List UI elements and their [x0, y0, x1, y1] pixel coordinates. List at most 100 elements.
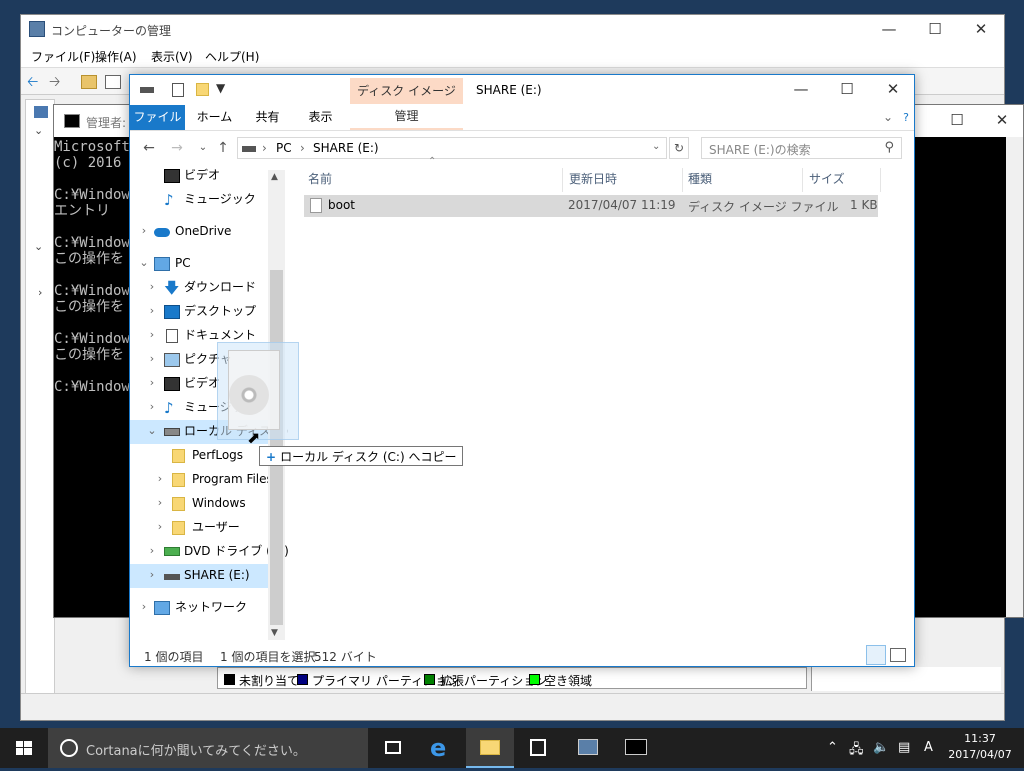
computer-management-taskbar-button[interactable]	[564, 728, 612, 768]
maximize-button[interactable]: ☐	[934, 105, 980, 137]
close-button[interactable]: ✕	[958, 15, 1004, 45]
close-button[interactable]: ✕	[870, 75, 916, 105]
chevron-down-icon[interactable]: ⌄	[146, 420, 158, 442]
chevron-right-icon[interactable]: ›	[146, 396, 158, 418]
new-folder-icon[interactable]	[196, 83, 209, 96]
tree-item-network[interactable]: › ネットワーク	[130, 596, 268, 620]
chevron-right-icon[interactable]: ›	[146, 324, 158, 346]
start-button[interactable]	[0, 728, 48, 768]
cortana-search-box[interactable]: Cortanaに何か聞いてみてください。	[48, 728, 368, 768]
details-view-icon[interactable]	[866, 645, 886, 665]
large-icons-view-icon[interactable]	[890, 648, 906, 662]
cm-titlebar[interactable]: コンピューターの管理 — ☐ ✕	[21, 15, 1004, 45]
column-separator[interactable]	[802, 168, 803, 192]
chevron-right-icon[interactable]: ›	[146, 348, 158, 370]
help-icon[interactable]: ?	[898, 105, 914, 130]
column-separator[interactable]	[562, 168, 563, 192]
tab-view[interactable]: 表示	[298, 105, 343, 130]
menu-view[interactable]: 表示(V)	[151, 48, 193, 65]
column-header-size[interactable]: サイズ	[809, 168, 845, 190]
tab-share[interactable]: 共有	[245, 105, 290, 130]
legend-label: プライマリ パーティション	[312, 674, 460, 688]
task-view-button[interactable]	[368, 728, 416, 768]
breadcrumb-drive[interactable]: SHARE (E:)	[313, 141, 379, 155]
chevron-down-icon[interactable]: ⌄	[34, 124, 43, 137]
minimize-button[interactable]: —	[778, 75, 824, 105]
tree-item-onedrive[interactable]: › OneDrive	[130, 220, 268, 244]
refresh-button[interactable]: ↻	[669, 137, 689, 159]
console-tree-icon[interactable]	[105, 75, 121, 89]
column-separator[interactable]	[880, 168, 881, 192]
tab-manage[interactable]: 管理	[350, 104, 463, 130]
chevron-right-icon[interactable]: ›	[146, 372, 158, 394]
qat-dropdown-icon[interactable]: ▼	[216, 81, 225, 95]
forward-arrow-icon[interactable]: 🡢	[49, 75, 65, 89]
address-input[interactable]: › PC › SHARE (E:) ⌄	[237, 137, 667, 159]
ime-indicator[interactable]: A	[924, 740, 933, 755]
chevron-right-icon[interactable]: ›	[146, 540, 158, 562]
ribbon-expand-icon[interactable]: ⌄	[878, 105, 898, 130]
action-center-icon[interactable]: ▤	[898, 740, 910, 755]
chevron-right-icon[interactable]: ›	[138, 220, 150, 242]
tab-home[interactable]: ホーム	[192, 105, 237, 130]
scroll-up-icon[interactable]: ▲	[271, 172, 278, 182]
tree-item-pc[interactable]: ⌄ PC	[130, 252, 268, 276]
chevron-right-icon[interactable]: ›	[146, 300, 158, 322]
console-taskbar-button[interactable]	[612, 728, 660, 768]
search-input[interactable]: SHARE (E:)の検索 ⚲	[701, 137, 902, 159]
column-separator[interactable]	[682, 168, 683, 192]
chevron-right-icon[interactable]: ›	[154, 516, 166, 538]
cm-tree-pane[interactable]: ⌄ ⌄ ›	[25, 99, 55, 699]
menu-help[interactable]: ヘルプ(H)	[205, 48, 259, 65]
tab-file[interactable]: ファイル	[130, 105, 185, 130]
console-scrollbar[interactable]	[1006, 137, 1023, 617]
minimize-button[interactable]: —	[866, 15, 912, 45]
explorer-titlebar[interactable]: ▼ ディスク イメージ ツール SHARE (E:) — ☐ ✕	[130, 75, 916, 124]
network-icon	[154, 601, 170, 615]
chevron-right-icon[interactable]: ›	[138, 596, 150, 618]
store-button[interactable]	[514, 728, 562, 768]
file-explorer-button[interactable]	[466, 728, 514, 768]
chevron-right-icon[interactable]: ›	[146, 564, 158, 586]
show-hidden-icons-icon[interactable]: ⌃	[827, 740, 838, 755]
chevron-down-icon[interactable]: ⌄	[138, 252, 150, 274]
edge-button[interactable]: e	[418, 728, 466, 768]
tree-item-desktop[interactable]: › デスクトップ	[130, 300, 268, 324]
volume-icon[interactable]: 🔈	[873, 740, 889, 755]
address-dropdown-icon[interactable]: ⌄	[652, 141, 660, 152]
network-status-icon[interactable]: 🖧	[849, 740, 864, 762]
column-header-modified[interactable]: 更新日時	[569, 168, 617, 190]
tree-item-videos[interactable]: ビデオ	[130, 164, 268, 188]
tree-item-dvd-drive[interactable]: › DVD ドライブ (D:)	[130, 540, 289, 564]
column-header-type[interactable]: 種類	[688, 168, 712, 190]
scroll-down-icon[interactable]: ▼	[271, 628, 278, 638]
tree-item-windows[interactable]: › Windows	[130, 492, 268, 516]
chevron-right-icon[interactable]: ›	[38, 286, 42, 299]
folder-up-icon[interactable]	[81, 75, 97, 89]
chevron-right-icon[interactable]: ›	[146, 276, 158, 298]
tree-item-users[interactable]: › ユーザー	[130, 516, 268, 540]
maximize-button[interactable]: ☐	[912, 15, 958, 45]
recent-dropdown-icon[interactable]: ⌄	[194, 140, 212, 156]
tree-item-downloads[interactable]: › 🡇 ダウンロード	[130, 276, 268, 300]
chevron-right-icon[interactable]: ›	[154, 468, 166, 490]
system-clock[interactable]: 11:37 2017/04/07	[944, 731, 1016, 763]
breadcrumb-pc[interactable]: PC	[276, 141, 292, 155]
chevron-down-icon[interactable]: ⌄	[34, 240, 43, 253]
tree-item-music[interactable]: ♪ ミュージック	[130, 188, 268, 212]
properties-icon[interactable]	[172, 83, 184, 97]
back-arrow-icon[interactable]: ←	[140, 140, 158, 156]
menu-file[interactable]: ファイル(F)	[31, 48, 95, 65]
column-header-name[interactable]: 名前	[308, 168, 332, 190]
tree-item-share-e[interactable]: › SHARE (E:)	[130, 564, 268, 588]
file-row[interactable]: boot 2017/04/07 11:19 ディスク イメージ ファイル 1 K…	[304, 195, 878, 217]
up-arrow-icon[interactable]: ↑	[214, 140, 232, 156]
maximize-button[interactable]: ☐	[824, 75, 870, 105]
forward-arrow-icon[interactable]: →	[168, 140, 186, 156]
tree-item-label: OneDrive	[175, 224, 232, 238]
tree-item-program-files[interactable]: › Program Files	[130, 468, 273, 492]
menu-action[interactable]: 操作(A)	[95, 48, 137, 65]
chevron-right-icon[interactable]: ›	[154, 492, 166, 514]
close-button[interactable]: ✕	[980, 105, 1024, 137]
back-arrow-icon[interactable]: 🡠	[27, 75, 43, 89]
